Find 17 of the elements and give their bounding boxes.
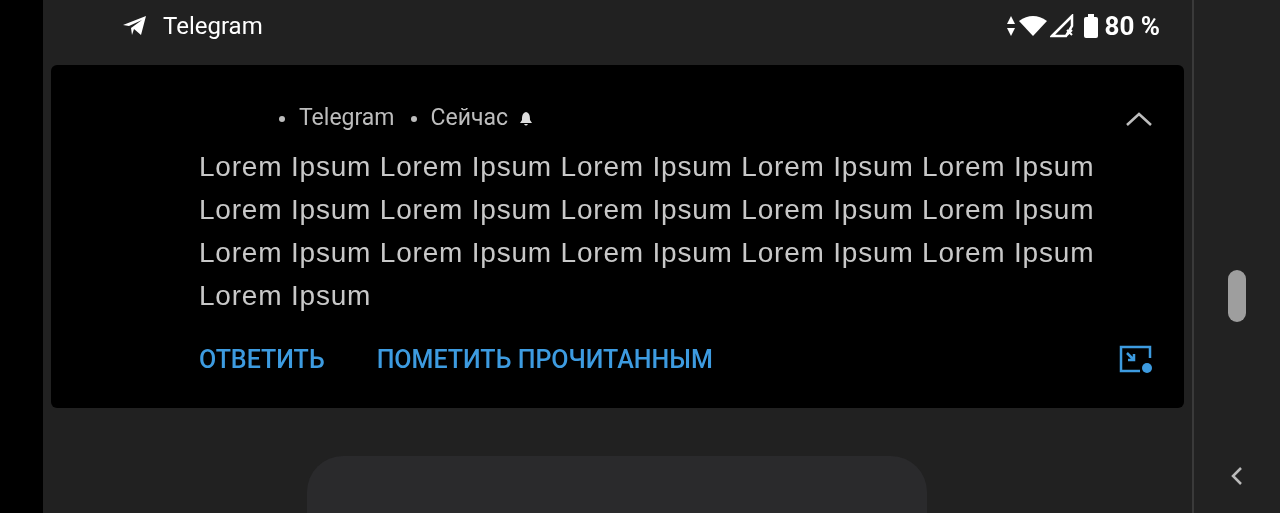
- chevron-left-icon[interactable]: [1231, 466, 1243, 486]
- data-arrows-icon: [1006, 15, 1017, 38]
- paper-plane-icon: [123, 16, 147, 37]
- picture-in-picture-icon[interactable]: [1118, 344, 1154, 375]
- wifi-icon: [1018, 15, 1049, 38]
- battery-percentage: 80 %: [1104, 9, 1160, 43]
- notification-time: Сейчас: [430, 103, 509, 134]
- notification-app: Telegram: [299, 103, 395, 134]
- action-button[interactable]: ПОМЕТИТЬ ПРОЧИТАННЫМ: [376, 340, 713, 379]
- scrollbar-thumb[interactable]: [1228, 270, 1246, 322]
- action-button[interactable]: ОТВЕТИТЬ: [199, 340, 325, 379]
- separator-dot-icon: [279, 115, 285, 122]
- bell-icon: [518, 110, 535, 127]
- battery-icon: [1084, 14, 1099, 39]
- notification-message: Lorem Ipsum Lorem Ipsum Lorem Ipsum Lorem Ipsum Lorem Ipsum Lorem Ipsum Lorem Ipsum Lorem Ipsum Lorem Ipsum Lorem Ipsum Lorem Ipsum Lorem Ipsum Lorem Ipsum Lorem Ipsum Lorem Ipsum Lorem Ipsum: [199, 149, 1096, 313]
- separator-dot-icon: [410, 115, 417, 122]
- app-name: Telegram: [163, 11, 263, 43]
